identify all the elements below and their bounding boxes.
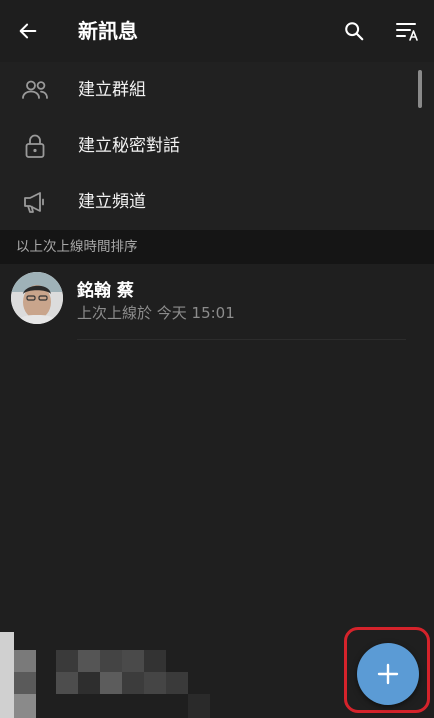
section-header: 以上次上線時間排序: [0, 230, 434, 264]
plus-icon: [377, 663, 399, 685]
create-secret-chat-label: 建立秘密對話: [78, 136, 180, 156]
create-channel-item[interactable]: 建立頻道: [0, 174, 434, 230]
search-button[interactable]: [334, 11, 374, 51]
action-list: 建立群組 建立秘密對話 建立頻道: [0, 62, 434, 230]
page-title: 新訊息: [78, 19, 138, 43]
avatar: [11, 272, 63, 324]
contact-last-seen: 上次上線於 今天 15:01: [77, 304, 235, 322]
people-icon: [20, 76, 50, 104]
contact-row[interactable]: 銘翰 蔡 上次上線於 今天 15:01: [0, 264, 434, 340]
create-channel-label: 建立頻道: [78, 192, 146, 212]
search-icon: [345, 22, 364, 41]
back-button[interactable]: [8, 11, 48, 51]
create-group-label: 建立群組: [78, 80, 146, 100]
app-bar: 新訊息: [0, 0, 434, 62]
create-group-item[interactable]: 建立群組: [0, 62, 434, 118]
sort-by-name-icon: [396, 23, 418, 41]
new-message-screen: 新訊息 建立群組 建立秘密對話 建立頻道 以上次上線時間排序 銘翰 蔡 上次上線…: [0, 0, 434, 718]
contact-name: 銘翰 蔡: [77, 281, 134, 301]
redacted-area: [0, 632, 260, 718]
new-contact-fab[interactable]: [357, 643, 419, 705]
create-secret-chat-item[interactable]: 建立秘密對話: [0, 118, 434, 174]
arrow-left-icon: [19, 23, 37, 39]
sort-button[interactable]: [388, 11, 428, 51]
lock-icon: [20, 132, 50, 160]
megaphone-icon: [20, 188, 50, 216]
divider: [77, 339, 406, 340]
scrollbar[interactable]: [418, 70, 422, 108]
section-header-label: 以上次上線時間排序: [16, 239, 138, 255]
